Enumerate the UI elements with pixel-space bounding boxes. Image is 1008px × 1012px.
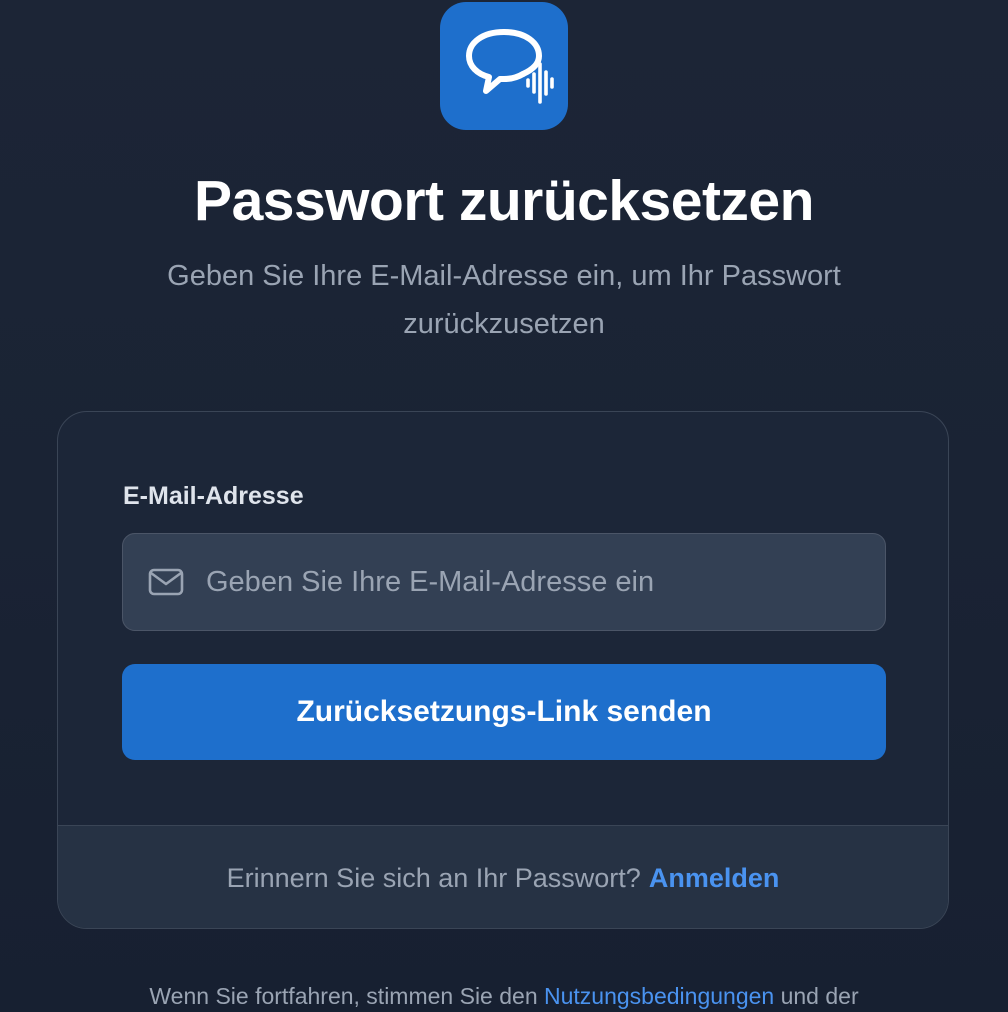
legal-text-after: und der [780,983,859,1009]
email-input[interactable] [204,551,885,613]
mail-icon [146,562,186,602]
reset-password-page: Passwort zurücksetzen Geben Sie Ihre E-M… [0,0,1008,1012]
email-label: E-Mail-Adresse [123,482,304,510]
chat-bubble-soundwave-icon [466,29,554,104]
page-title: Passwort zurücksetzen [194,169,814,233]
page-subtitle: Geben Sie Ihre E-Mail-Adresse ein, um Ih… [167,260,841,340]
send-reset-link-button[interactable]: Zurücksetzungs-Link senden [122,664,886,760]
card-footer: Erinnern Sie sich an Ihr Passwort? Anmel… [58,825,948,928]
remember-password-prompt: Erinnern Sie sich an Ihr Passwort? [226,863,641,893]
app-logo [440,2,568,130]
login-link[interactable]: Anmelden [649,863,780,894]
email-input-wrapper[interactable] [122,533,886,631]
legal-notice: Wenn Sie fortfahren, stimmen Sie den Nut… [0,980,1008,1012]
legal-text-before: Wenn Sie fortfahren, stimmen Sie den [149,983,538,1009]
reset-form: E-Mail-Adresse Zurücksetzungs-Link sende… [58,412,948,825]
reset-card: E-Mail-Adresse Zurücksetzungs-Link sende… [57,411,949,929]
terms-link[interactable]: Nutzungsbedingungen [544,983,774,1009]
